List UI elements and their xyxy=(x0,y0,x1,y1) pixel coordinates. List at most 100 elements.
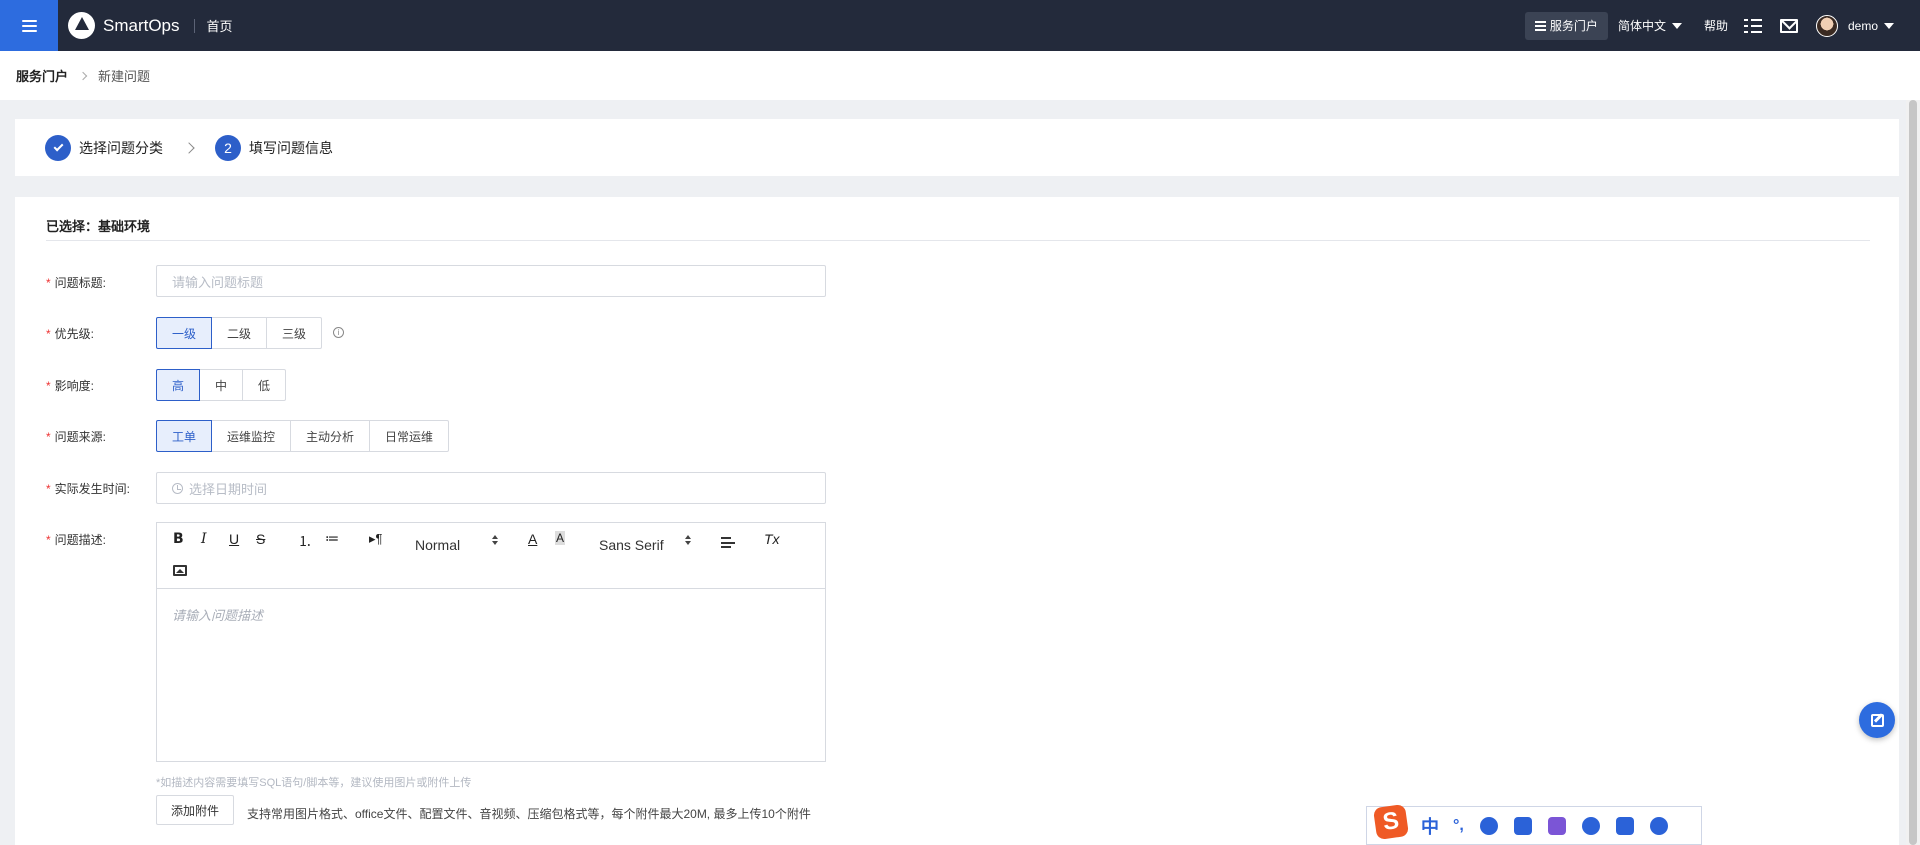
title-placeholder: 请输入问题标题 xyxy=(172,274,264,290)
description-placeholder: 请输入问题描述 xyxy=(172,608,264,623)
language-select[interactable]: 简体中文 xyxy=(1618,17,1682,34)
align-icon[interactable] xyxy=(721,537,735,548)
italic-button[interactable]: I xyxy=(201,531,207,547)
step-2-label: 填写问题信息 xyxy=(249,139,333,156)
title-label-text: 问题标题: xyxy=(54,276,107,290)
service-portal-button[interactable]: 服务门户 xyxy=(1524,11,1608,40)
menu-toggle-button[interactable] xyxy=(0,0,58,51)
service-portal-label: 服务门户 xyxy=(1549,19,1598,33)
game-icon[interactable] xyxy=(1581,816,1600,835)
step-done-icon xyxy=(45,134,71,161)
clear-format-button[interactable]: Tx xyxy=(764,531,780,547)
impact-label: * 影响度: xyxy=(46,377,94,394)
background-color-button[interactable]: A xyxy=(555,531,566,545)
description-hint: *如描述内容需要填写SQL语句/脚本等，建议使用图片或附件上传 xyxy=(156,777,472,789)
ime-punctuation-toggle[interactable]: °, xyxy=(1453,817,1464,835)
bold-button[interactable]: B xyxy=(173,531,184,547)
avatar[interactable] xyxy=(1815,14,1838,37)
title-input[interactable]: 请输入问题标题 xyxy=(156,265,826,297)
vertical-scrollbar[interactable] xyxy=(1906,100,1920,845)
list-icon xyxy=(1534,20,1546,31)
breadcrumb-current: 新建问题 xyxy=(98,69,151,84)
step-indicator: 选择问题分类 2 填写问题信息 xyxy=(15,119,1899,176)
priority-selector: 一级 二级 三级 xyxy=(156,317,323,349)
source-label-text: 问题来源: xyxy=(54,430,107,444)
occur-time-picker[interactable]: 选择日期时间 xyxy=(156,472,826,504)
ordered-list-button[interactable]: ⒈ xyxy=(298,531,312,551)
impact-label-text: 影响度: xyxy=(54,379,95,393)
mail-icon[interactable] xyxy=(1779,18,1798,33)
microphone-icon[interactable] xyxy=(1479,816,1498,835)
logo-icon xyxy=(68,12,95,39)
required-mark: * xyxy=(46,276,51,290)
impact-option-high[interactable]: 高 xyxy=(156,369,201,401)
attachment-note: 支持常用图片格式、office文件、配置文件、音视频、压缩包格式等，每个附件最大… xyxy=(247,807,811,821)
description-textarea[interactable]: 请输入问题描述 xyxy=(157,589,825,761)
step-1-label: 选择问题分类 xyxy=(79,139,163,156)
text-color-button[interactable]: A xyxy=(528,531,537,547)
app-logo[interactable]: SmartOps xyxy=(68,12,180,39)
source-selector: 工单 运维监控 主动分析 日常运维 xyxy=(156,420,450,452)
top-right-actions: 服务门户 简体中文 帮助 demo xyxy=(1524,0,1920,51)
select-arrows-icon xyxy=(685,535,691,545)
ime-logo[interactable]: S xyxy=(1372,803,1410,840)
priority-option-2[interactable]: 二级 xyxy=(211,317,268,349)
language-label: 简体中文 xyxy=(1617,19,1666,33)
breadcrumb: 服务门户 新建问题 xyxy=(0,51,1920,100)
priority-option-3[interactable]: 三级 xyxy=(266,317,323,349)
source-option-ticket[interactable]: 工单 xyxy=(156,420,213,452)
text-direction-button[interactable]: ▸¶ xyxy=(369,531,383,547)
strike-button[interactable]: S xyxy=(256,531,265,547)
priority-option-1[interactable]: 一级 xyxy=(156,317,213,349)
description-label: * 问题描述: xyxy=(46,531,106,548)
chevron-right-icon xyxy=(183,141,195,154)
image-icon[interactable] xyxy=(173,565,187,576)
source-option-analysis[interactable]: 主动分析 xyxy=(290,420,371,452)
impact-option-medium[interactable]: 中 xyxy=(199,369,244,401)
impact-option-low[interactable]: 低 xyxy=(242,369,287,401)
impact-selector: 高 中 低 xyxy=(156,369,287,401)
app-name: SmartOps xyxy=(103,15,180,35)
font-family-select[interactable]: Sans Serif xyxy=(599,537,664,553)
required-mark: * xyxy=(46,533,51,547)
divider xyxy=(193,18,195,33)
keyboard-icon[interactable] xyxy=(1513,816,1532,835)
source-label: * 问题来源: xyxy=(46,428,106,445)
hamburger-icon xyxy=(21,19,37,32)
step-2-number: 2 xyxy=(215,134,241,161)
title-label: * 问题标题: xyxy=(46,274,106,291)
chevron-right-icon xyxy=(78,71,88,80)
scrollbar-thumb[interactable] xyxy=(1909,100,1917,845)
editor-toolbar: B I U S ⒈ ≔ ▸¶ Normal A A Sans Serif Tx xyxy=(157,523,825,589)
user-menu[interactable]: demo xyxy=(1848,19,1894,33)
home-link[interactable]: 首页 xyxy=(207,16,233,35)
help-link[interactable]: 帮助 xyxy=(1704,17,1728,34)
rich-text-editor: B I U S ⒈ ≔ ▸¶ Normal A A Sans Serif Tx … xyxy=(156,522,826,762)
source-option-daily-ops[interactable]: 日常运维 xyxy=(369,420,450,452)
font-size-select[interactable]: Normal xyxy=(415,537,460,553)
select-arrows-icon xyxy=(492,535,498,545)
clock-icon xyxy=(172,482,183,494)
bullet-list-button[interactable]: ≔ xyxy=(325,530,339,547)
occur-time-placeholder: 选择日期时间 xyxy=(189,481,268,497)
ime-toolbar: S 中 °, xyxy=(1366,803,1702,845)
chevron-down-icon xyxy=(1884,22,1894,29)
skin-icon[interactable] xyxy=(1547,816,1566,835)
settings-icon[interactable] xyxy=(1649,816,1668,835)
add-attachment-button[interactable]: 添加附件 xyxy=(156,795,235,825)
underline-button[interactable]: U xyxy=(229,531,239,547)
edit-icon xyxy=(1870,713,1884,727)
ime-mode-toggle[interactable]: 中 xyxy=(1421,813,1439,839)
task-list-icon[interactable] xyxy=(1743,17,1762,35)
chevron-down-icon xyxy=(1671,22,1682,29)
form-panel: 已选择：基础环境 * 问题标题: 请输入问题标题 * 优先级: 一级 二级 三级 i… xyxy=(15,197,1899,845)
required-mark: * xyxy=(46,327,51,341)
priority-label: * 优先级: xyxy=(46,325,94,342)
info-icon[interactable]: i xyxy=(333,327,344,338)
source-option-monitoring[interactable]: 运维监控 xyxy=(211,420,292,452)
floating-edit-button[interactable] xyxy=(1859,702,1895,738)
divider xyxy=(46,240,1870,241)
breadcrumb-root[interactable]: 服务门户 xyxy=(16,66,68,85)
apps-icon[interactable] xyxy=(1615,816,1634,835)
selected-category: 已选择：基础环境 xyxy=(46,219,151,234)
